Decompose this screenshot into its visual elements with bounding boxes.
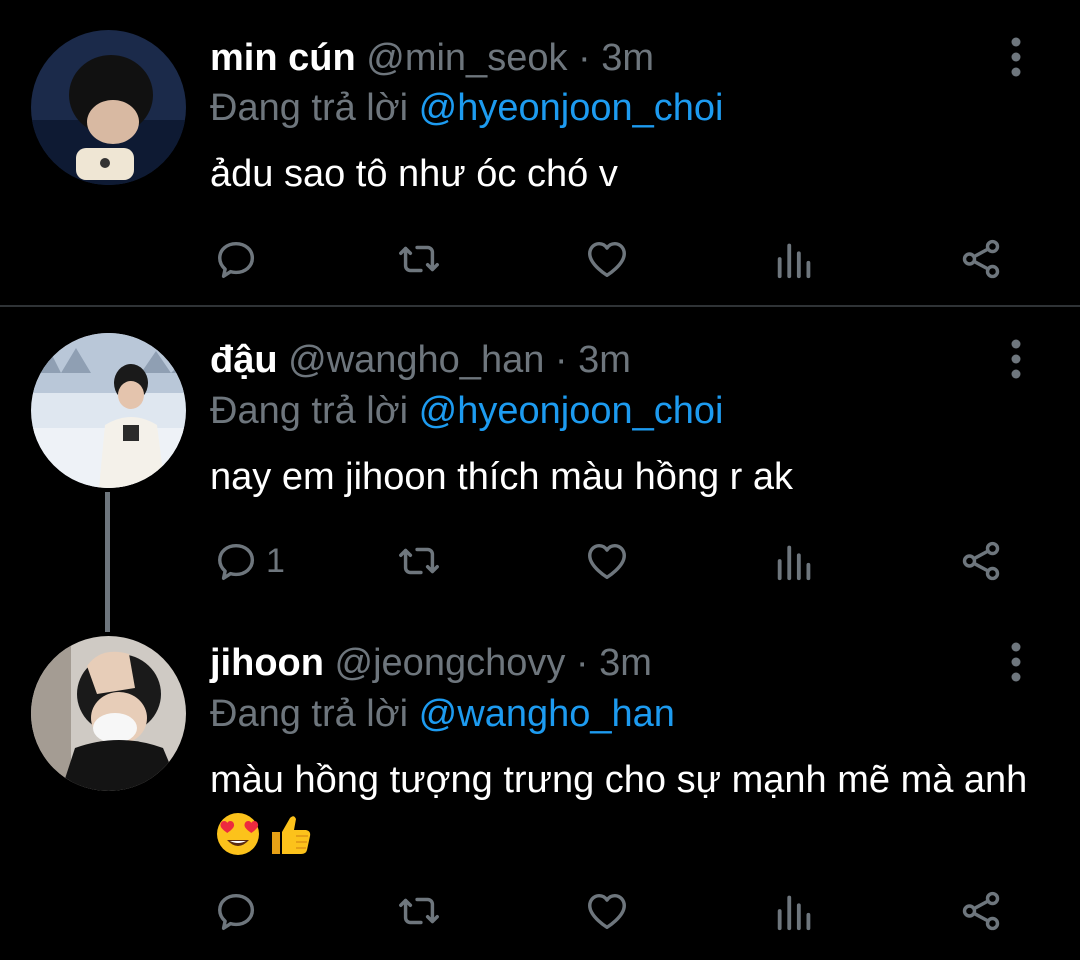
more-vertical-icon: [1011, 339, 1021, 379]
retweet-icon: [399, 547, 439, 575]
reply-context: Đang trả lời @hyeonjoon_choi: [210, 86, 723, 130]
tweet-header: jihoon @jeongchovy · 3m: [210, 641, 652, 685]
tweet-text: nay em jihoon thích màu hồng r ak: [210, 456, 794, 498]
share-button[interactable]: [958, 887, 1004, 935]
reply-icon: [218, 543, 255, 580]
thread-connector: [105, 492, 110, 632]
analytics-icon: [777, 243, 811, 279]
reply-count: 1: [266, 541, 285, 580]
reply-prefix: Đang trả lời: [210, 390, 409, 432]
share-icon: [962, 541, 1000, 581]
tweet-text-container: màu hồng tượng trưng cho sự mạnh mẽ mà a…: [210, 754, 1040, 858]
separator-dot: ·: [578, 37, 591, 79]
more-vertical-icon: [1011, 642, 1021, 682]
analytics-button[interactable]: [772, 537, 818, 585]
analytics-button[interactable]: [772, 235, 818, 283]
share-button[interactable]: [958, 537, 1004, 585]
separator-dot: ·: [554, 339, 568, 381]
like-icon: [588, 543, 626, 580]
tweet-text: màu hồng tượng trưng cho sự mạnh mẽ mà a…: [210, 759, 1028, 801]
analytics-icon: [777, 895, 811, 931]
reply-context: Đang trả lời @hyeonjoon_choi: [210, 389, 723, 433]
share-button[interactable]: [958, 235, 1004, 283]
display-name[interactable]: đậu: [210, 339, 278, 381]
thumbs-up-emoji: [272, 816, 311, 854]
reply-prefix: Đang trả lời: [210, 693, 409, 735]
like-button[interactable]: [584, 537, 630, 585]
more-button[interactable]: [1000, 641, 1032, 685]
display-name[interactable]: min cún: [210, 37, 356, 79]
reply-button[interactable]: 1: [214, 537, 285, 585]
retweet-button[interactable]: [396, 887, 442, 935]
share-icon: [962, 891, 1000, 931]
reply-prefix: Đang trả lời: [210, 87, 409, 129]
timestamp[interactable]: 3m: [601, 37, 654, 79]
reply-mention[interactable]: @hyeonjoon_choi: [419, 390, 724, 432]
avatar[interactable]: [31, 30, 186, 185]
tweet-header: min cún @min_seok · 3m: [210, 36, 654, 80]
avatar-image: [31, 636, 186, 791]
avatar[interactable]: [31, 333, 186, 488]
more-vertical-icon: [1011, 37, 1021, 77]
display-name[interactable]: jihoon: [210, 642, 324, 684]
tweet-text: ảdu sao tô như óc chó v: [210, 153, 618, 195]
user-handle[interactable]: @wangho_han: [288, 339, 544, 381]
user-handle[interactable]: @jeongchovy: [335, 642, 566, 684]
like-icon: [588, 241, 626, 278]
separator-dot: ·: [575, 642, 589, 684]
avatar-image: [31, 333, 186, 488]
tweet-header: đậu @wangho_han · 3m: [210, 338, 631, 382]
avatar[interactable]: [31, 636, 186, 791]
like-button[interactable]: [584, 887, 630, 935]
avatar-image: [31, 30, 186, 185]
action-bar: 1: [210, 537, 1040, 585]
timestamp[interactable]: 3m: [578, 339, 631, 381]
more-button[interactable]: [1000, 338, 1032, 382]
reply-icon: [218, 893, 255, 930]
reply-mention[interactable]: @wangho_han: [419, 693, 675, 735]
reply-button[interactable]: [214, 235, 266, 283]
action-bar: [210, 887, 1040, 935]
timestamp[interactable]: 3m: [599, 642, 652, 684]
retweet-icon: [399, 897, 439, 925]
analytics-icon: [777, 545, 811, 581]
action-bar: [210, 235, 1040, 283]
reply-context: Đang trả lời @wangho_han: [210, 692, 675, 736]
analytics-button[interactable]: [772, 887, 818, 935]
user-handle[interactable]: @min_seok: [366, 37, 567, 79]
heart-eyes-emoji: [217, 812, 259, 855]
reply-button[interactable]: [214, 887, 266, 935]
like-button[interactable]: [584, 235, 630, 283]
like-icon: [588, 893, 626, 930]
tweet-divider: [0, 305, 1080, 307]
retweet-button[interactable]: [396, 235, 442, 283]
reply-icon: [218, 241, 255, 278]
retweet-icon: [399, 245, 439, 273]
retweet-button[interactable]: [396, 537, 442, 585]
more-button[interactable]: [1000, 36, 1032, 80]
share-icon: [962, 239, 1000, 279]
reply-mention[interactable]: @hyeonjoon_choi: [419, 87, 724, 129]
